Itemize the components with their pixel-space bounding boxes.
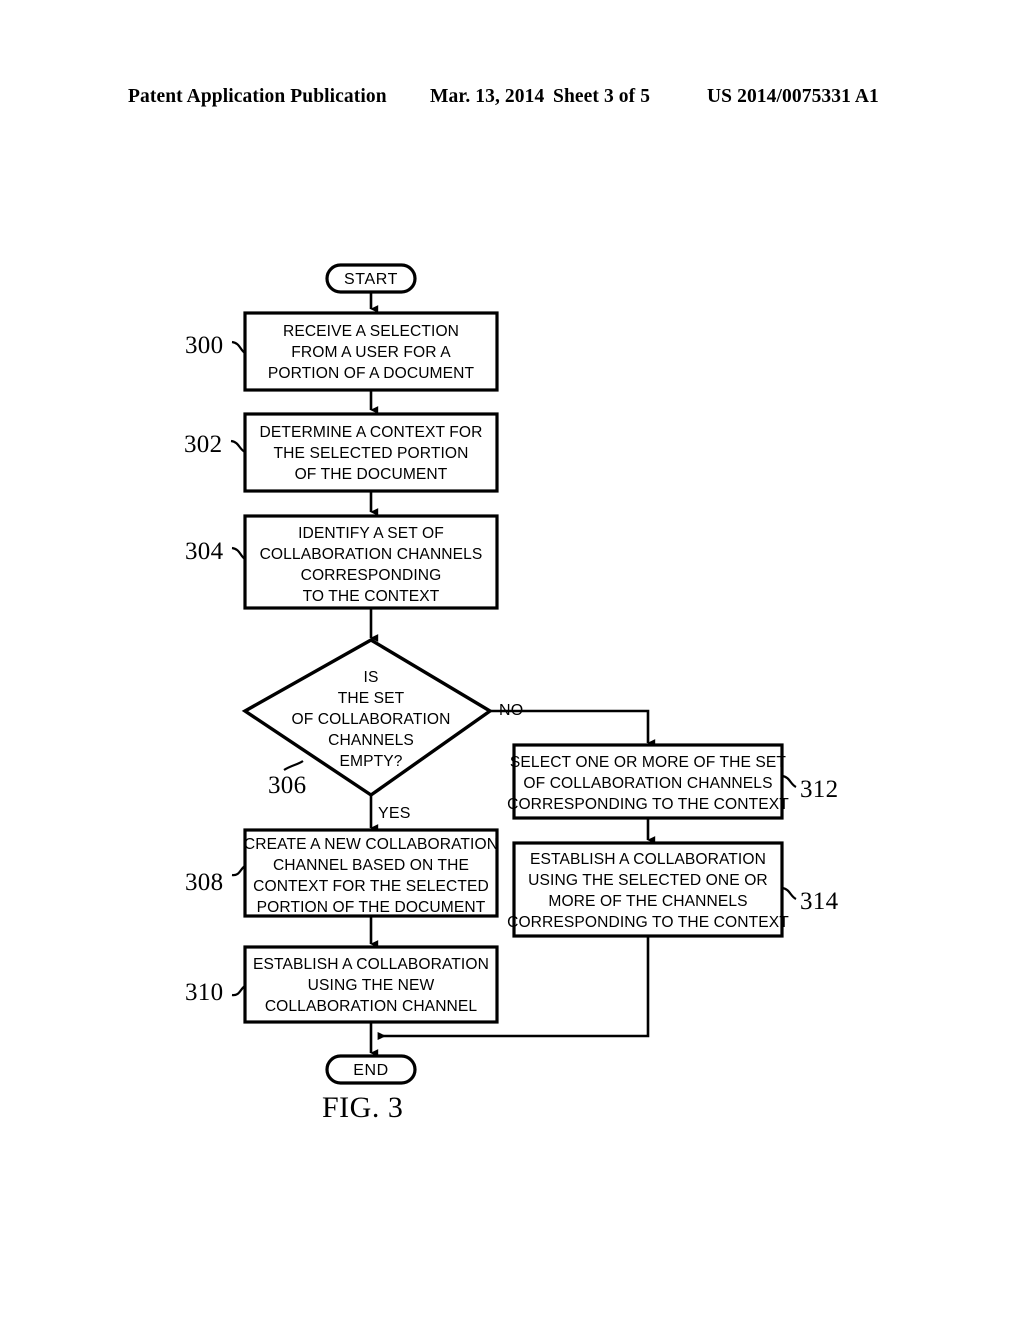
node-306-reference-number: 306 (268, 772, 306, 799)
node-308-leader-line (231, 865, 246, 877)
node-300-line-3: PORTION OF A DOCUMENT (268, 365, 475, 382)
node-308-reference-number: 308 (185, 869, 223, 896)
flowchart-node-310: ESTABLISH A COLLABORATION USING THE NEW … (185, 945, 499, 1024)
end-terminator-label: END (353, 1062, 389, 1079)
node-306-line-5: EMPTY? (340, 753, 403, 770)
node-308-line-2: CHANNEL BASED ON THE (273, 857, 469, 874)
node-306-line-2: THE SET (338, 690, 405, 707)
flowchart-node-300: RECEIVE A SELECTION FROM A USER FOR A PO… (185, 311, 499, 392)
flowchart-node-308: CREATE A NEW COLLABORATION CHANNEL BASED… (185, 828, 499, 918)
flowchart-node-306: IS THE SET OF COLLABORATION CHANNELS EMP… (241, 638, 523, 822)
node-314-line-4: CORRESPONDING TO THE CONTEXT (507, 914, 789, 931)
node-314-reference-number: 314 (800, 888, 839, 915)
flowchart-node-312: SELECT ONE OR MORE OF THE SET OF COLLABO… (507, 743, 838, 820)
node-312-reference-number: 312 (800, 776, 838, 803)
node-304-line-1: IDENTIFY A SET OF (298, 525, 444, 542)
node-314-line-3: MORE OF THE CHANNELS (548, 893, 747, 910)
node-310-line-3: COLLABORATION CHANNEL (265, 998, 478, 1015)
flowchart-diagram: START RECEIVE A SELECTION FROM A USER FO… (184, 263, 839, 1085)
node-306-line-4: CHANNELS (328, 732, 414, 749)
node-300-line-2: FROM A USER FOR A (291, 344, 451, 361)
node-304-line-3: CORRESPONDING (301, 567, 442, 584)
node-304-line-4: TO THE CONTEXT (303, 588, 440, 605)
node-312-leader-line (781, 774, 797, 788)
node-310-line-1: ESTABLISH A COLLABORATION (253, 956, 489, 973)
node-314-leader-line (781, 886, 797, 900)
node-314-line-1: ESTABLISH A COLLABORATION (530, 851, 766, 868)
flowchart-node-302: DETERMINE A CONTEXT FOR THE SELECTED POR… (184, 412, 499, 493)
node-302-line-2: THE SELECTED PORTION (274, 445, 469, 462)
patent-drawing-page: Patent Application Publication Mar. 13, … (0, 0, 1024, 1320)
node-310-reference-number: 310 (185, 979, 223, 1006)
node-304-reference-number: 304 (185, 538, 224, 565)
branch-label-no: NO (499, 702, 523, 719)
node-304-line-2: COLLABORATION CHANNELS (260, 546, 483, 563)
flowchart-node-314: ESTABLISH A COLLABORATION USING THE SELE… (507, 841, 839, 938)
node-302-leader-line (230, 439, 246, 453)
node-308-line-3: CONTEXT FOR THE SELECTED (253, 878, 489, 895)
node-306-leader-line (283, 760, 304, 771)
node-300-line-1: RECEIVE A SELECTION (283, 323, 459, 340)
node-306-line-3: OF COLLABORATION (291, 711, 450, 728)
node-308-line-1: CREATE A NEW COLLABORATION (244, 836, 498, 853)
node-300-leader-line (231, 340, 246, 354)
node-312-line-3: CORRESPONDING TO THE CONTEXT (507, 796, 789, 813)
flowchart-node-start: START (325, 263, 417, 294)
node-312-line-2: OF COLLABORATION CHANNELS (523, 775, 772, 792)
node-310-line-2: USING THE NEW (308, 977, 435, 994)
node-302-line-1: DETERMINE A CONTEXT FOR (260, 424, 483, 441)
flowchart-node-304: IDENTIFY A SET OF COLLABORATION CHANNELS… (185, 514, 499, 610)
node-314-line-2: USING THE SELECTED ONE OR (528, 872, 768, 889)
branch-label-yes: YES (378, 805, 411, 822)
node-312-line-1: SELECT ONE OR MORE OF THE SET (510, 754, 786, 771)
node-302-reference-number: 302 (184, 431, 222, 458)
node-306-line-1: IS (364, 669, 379, 686)
flowchart-node-end: END (325, 1054, 417, 1085)
figure-caption: FIG. 3 (322, 1091, 404, 1124)
node-310-leader-line (231, 985, 246, 997)
node-308-line-4: PORTION OF THE DOCUMENT (257, 899, 486, 916)
start-terminator-label: START (344, 271, 398, 288)
node-300-reference-number: 300 (185, 332, 223, 359)
node-304-leader-line (231, 546, 246, 560)
node-302-line-3: OF THE DOCUMENT (295, 466, 448, 483)
